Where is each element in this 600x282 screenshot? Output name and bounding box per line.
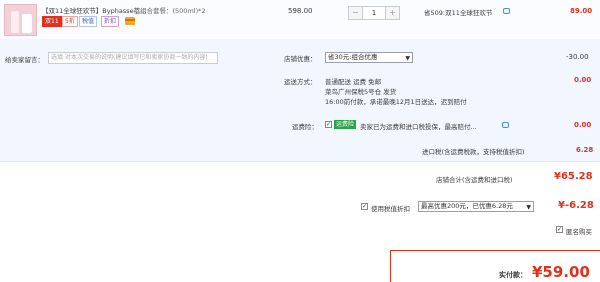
shop-discount-label: 店铺优惠： (284, 55, 317, 63)
insurance-badge: 运费险 (334, 120, 357, 129)
anonymous-label: 匿名购买 (566, 228, 592, 236)
savings-text: 省509:双11全球狂欢节 (424, 9, 493, 17)
card-icon (125, 17, 135, 25)
import-tax-amount: 6.28 (576, 146, 594, 154)
tax-discount-label: 使用税值折扣 (371, 205, 410, 213)
tax-discount-checkbox[interactable]: ✓ (361, 203, 368, 210)
shipping-warehouse: 菜鸟广州保税5号仓 发货 (325, 88, 397, 96)
shop-total-label: 店铺合计(含运费和进口税) (436, 176, 513, 184)
shipping-eta: 16:00前付款，承诺最晚12月1日送达，迟到赔付 (325, 98, 467, 106)
chat-icon[interactable] (503, 8, 510, 14)
section-divider (0, 161, 600, 162)
discount-badge: 折扣 (101, 16, 120, 27)
tax-discount-select[interactable]: 最高优惠200元，已优惠6.28元 ▼ (418, 201, 534, 212)
shop-discount-value: 省30元:组合优惠 (328, 53, 378, 61)
quantity-stepper: − 1 + (348, 6, 400, 20)
shipping-amount: 0.00 (574, 76, 592, 84)
product-title[interactable]: 【双11全球狂欢节】Byphasse蓓... (42, 5, 146, 15)
payment-label: 实付款： (499, 271, 527, 279)
package-info: 组合套餐：(500ml)*2 (140, 5, 206, 15)
installment-badge: 5折 (62, 16, 78, 27)
insurance-label: 运费险： (292, 123, 318, 131)
tax-badge: 税值 (79, 16, 98, 27)
quantity-input[interactable]: 1 (362, 7, 386, 19)
qty-plus-button[interactable]: + (385, 7, 399, 19)
bottle-image (11, 11, 19, 33)
insurance-amount: 0.00 (574, 121, 592, 129)
anonymous-checkbox[interactable]: ✓ (556, 226, 563, 233)
message-input[interactable]: 选填:对本次交易的说明(建议填写已和卖家协商一致的内容) (48, 52, 218, 64)
qty-minus-button[interactable]: − (349, 7, 363, 19)
item-subtotal: 89.00 (570, 7, 593, 15)
unit-price: 598.00 (288, 7, 313, 15)
info-icon[interactable] (502, 122, 509, 128)
shipping-method: 普通配送 运费 免邮 (325, 78, 382, 86)
product-title-tag: 【双11全球狂欢节】 (42, 7, 103, 15)
shop-total-amount: ¥65.28 (554, 171, 593, 182)
insurance-checkbox[interactable]: ✓ (325, 121, 332, 128)
package-value: (500ml)*2 (172, 7, 206, 15)
chevron-down-icon: ▼ (405, 55, 410, 62)
import-tax-label: 进口税(含运费税款，支持税值折扣) (422, 148, 525, 156)
package-label: 组合套餐： (140, 7, 173, 15)
shop-discount-amount: -30.00 (566, 53, 589, 61)
shop-discount-select[interactable]: 省30元:组合优惠 ▼ (325, 52, 413, 63)
insurance-text: 卖家已为运费和进口税投保，最高赔付... (360, 123, 477, 131)
double11-badge: 双11 (42, 16, 62, 27)
product-thumbnail[interactable] (4, 4, 37, 36)
tax-discount-value: 最高优惠200元，已优惠6.28元 (421, 202, 513, 210)
tax-discount-amount: ¥-6.28 (558, 200, 594, 211)
message-label: 给卖家留言： (5, 56, 44, 64)
shipping-label: 运送方式： (284, 78, 317, 86)
bottle-image (22, 14, 32, 33)
payment-amount: ¥59.00 (532, 263, 590, 281)
chevron-down-icon: ▼ (526, 204, 531, 211)
